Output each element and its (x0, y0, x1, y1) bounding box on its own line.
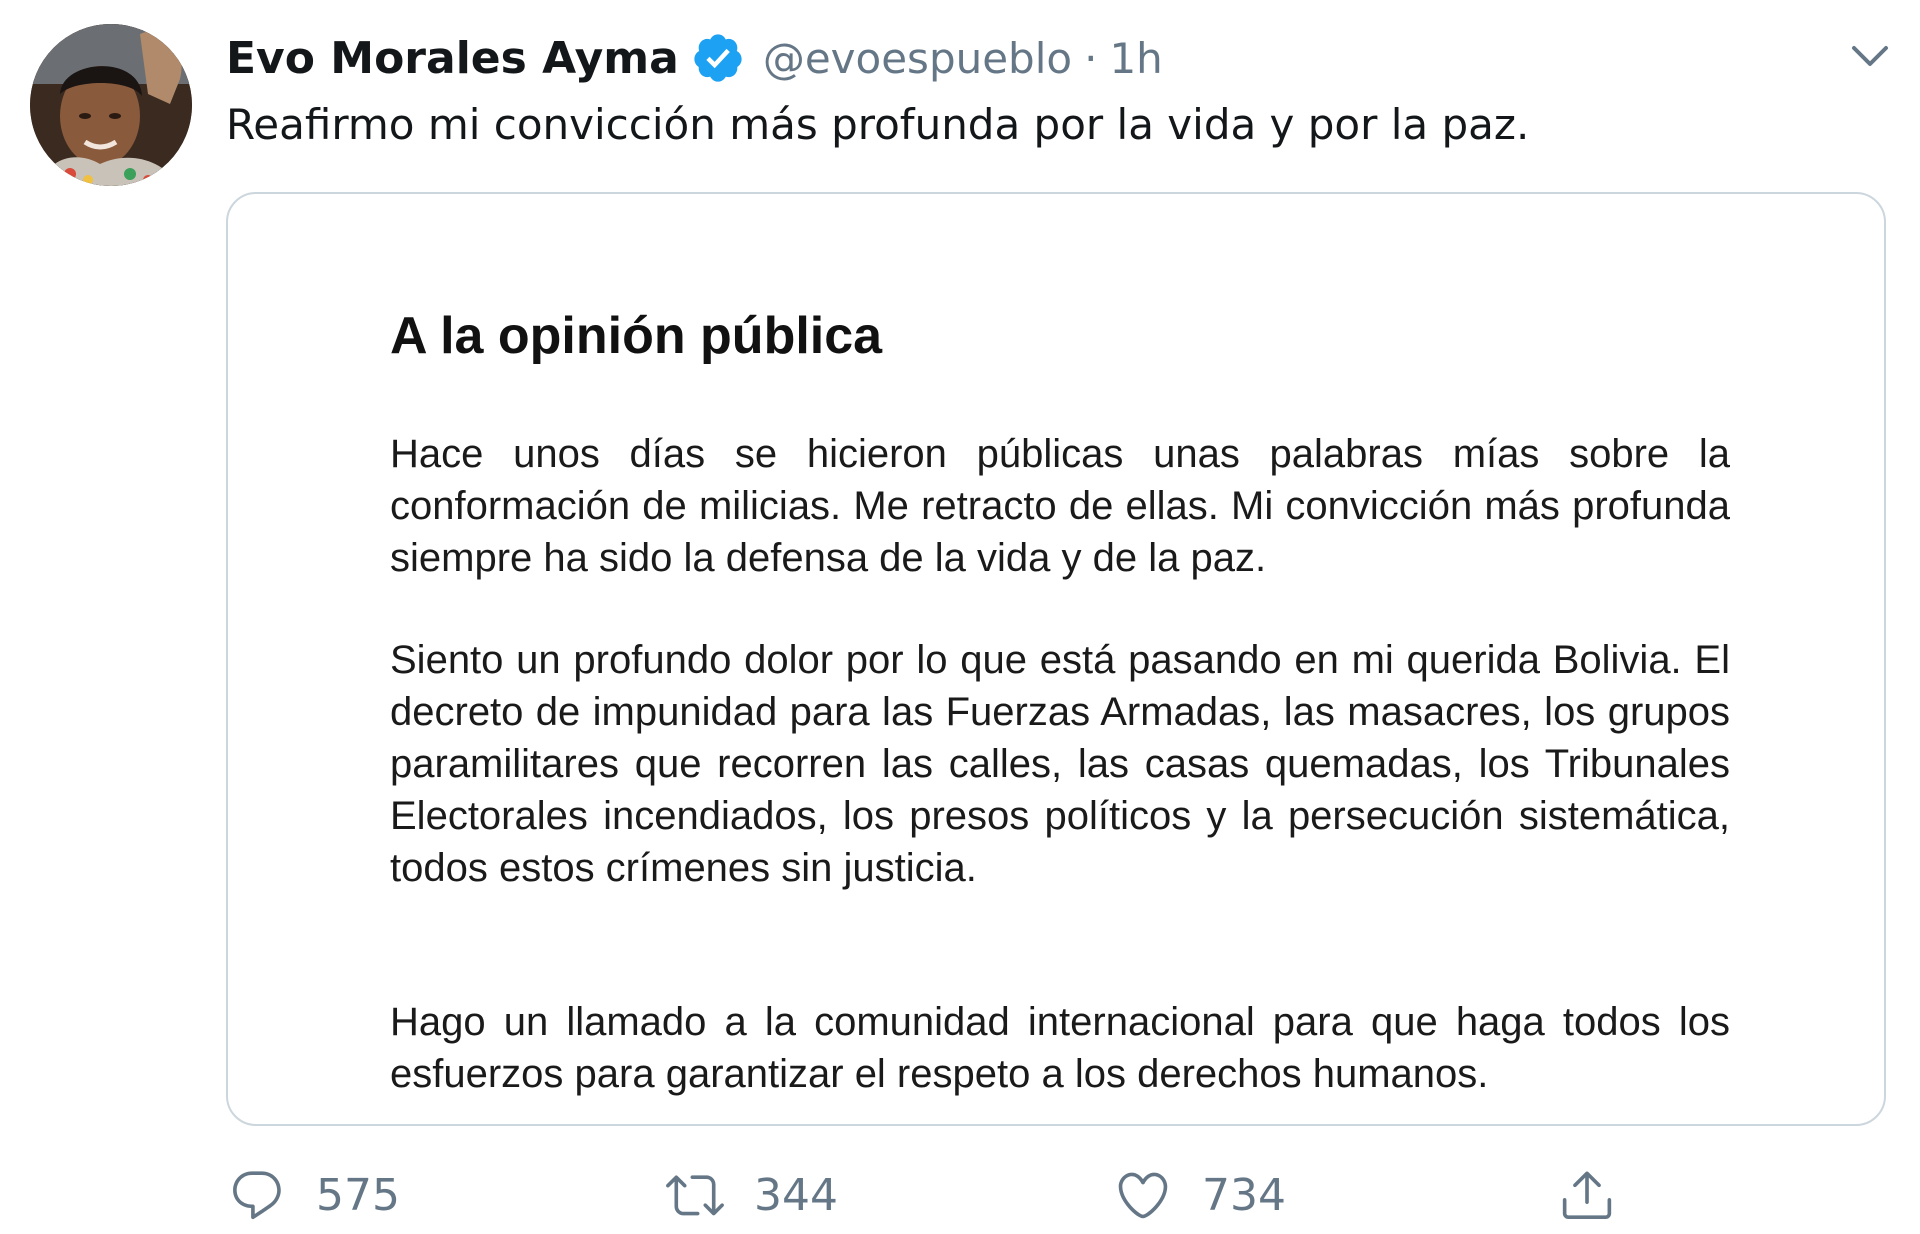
document-paragraph: Siento un profundo dolor por lo que está… (390, 638, 1730, 890)
tweet-media-image[interactable]: A la opinión pública Hace unos días se h… (226, 192, 1886, 1126)
tweet: Evo Morales Ayma @evoespueblo · 1h Reafi… (0, 0, 1920, 1234)
avatar[interactable] (30, 24, 192, 186)
retweet-count: 344 (754, 1169, 838, 1221)
separator-dot: · (1084, 33, 1098, 83)
reply-icon (233, 1171, 281, 1220)
tweet-timestamp[interactable]: 1h (1109, 34, 1162, 83)
like-button[interactable]: 734 (1114, 1160, 1286, 1230)
tweet-actions: 575 344 734 (0, 1160, 1920, 1230)
document-paragraph: Hace unos días se hicieron públicas unas… (390, 432, 1730, 580)
profile-photo (30, 24, 192, 186)
verified-badge-icon (691, 31, 745, 85)
heart-icon (1118, 1172, 1168, 1219)
reply-count: 575 (316, 1169, 400, 1221)
retweet-icon (666, 1175, 724, 1216)
reply-button[interactable]: 575 (228, 1160, 400, 1230)
like-count: 734 (1202, 1169, 1286, 1221)
document-title: A la opinión pública (390, 307, 883, 365)
chevron-down-icon[interactable] (1848, 36, 1892, 76)
retweet-button[interactable]: 344 (666, 1160, 838, 1230)
author-name[interactable]: Evo Morales Ayma (226, 33, 679, 84)
tweet-text: Reafirmo mi convicción más profunda por … (226, 100, 1530, 149)
author-handle[interactable]: @evoespueblo (763, 34, 1072, 83)
share-button[interactable] (1558, 1160, 1616, 1230)
share-icon (1562, 1171, 1612, 1220)
tweet-header: Evo Morales Ayma @evoespueblo · 1h (226, 26, 1163, 90)
document-paragraph: Hago un llamado a la comunidad internaci… (390, 1000, 1730, 1096)
